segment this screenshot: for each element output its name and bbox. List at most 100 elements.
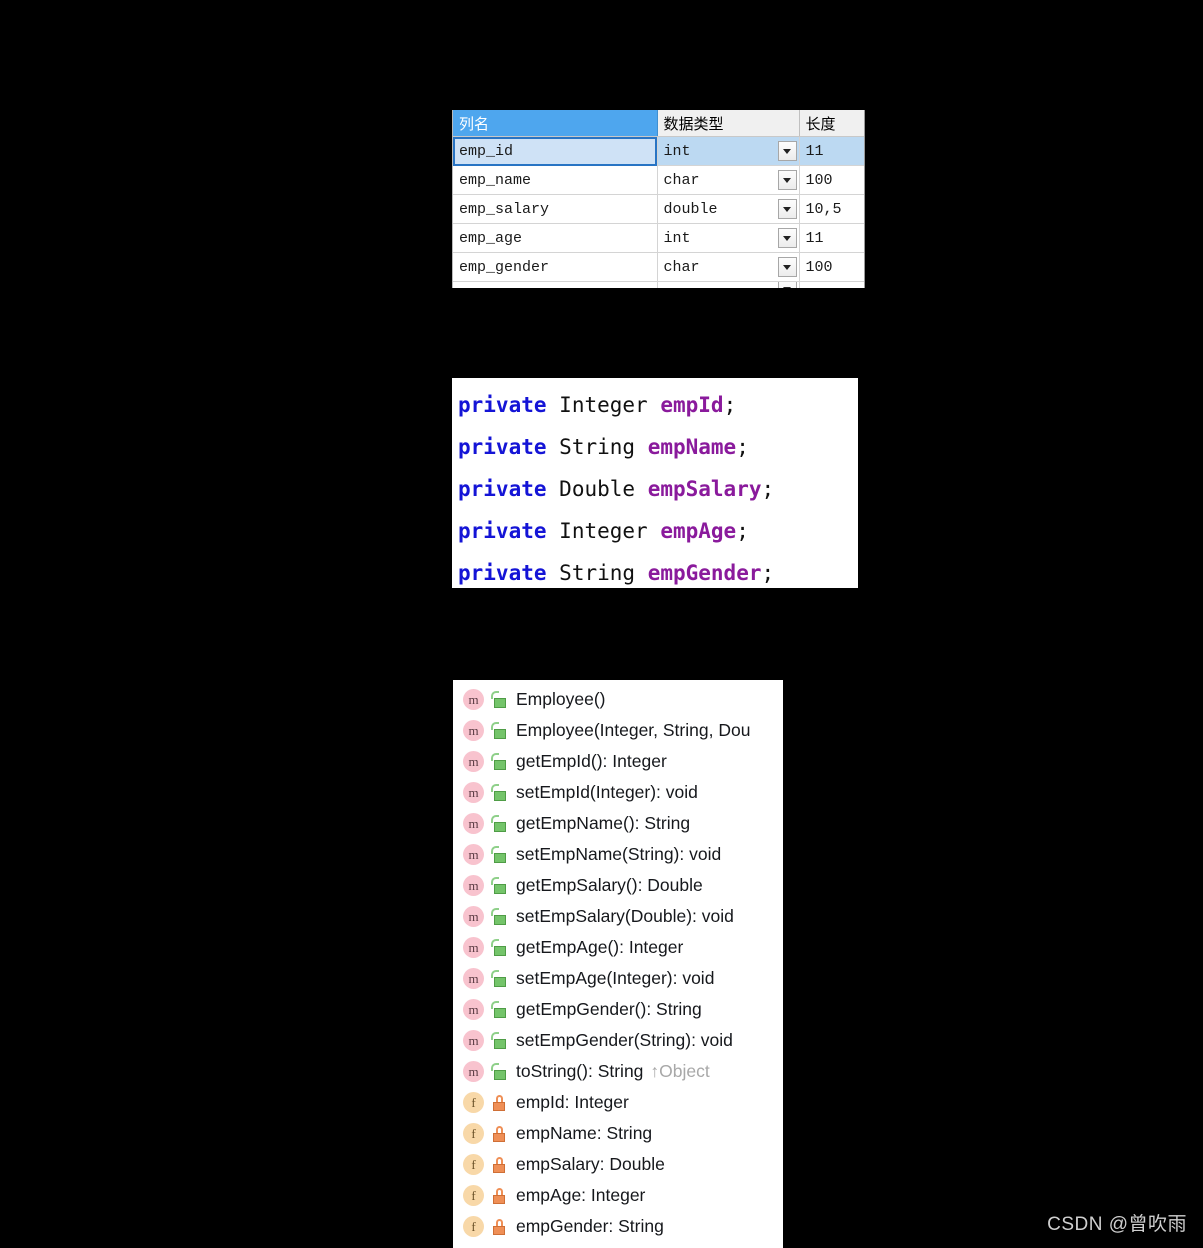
code-line[interactable]: private String empName; bbox=[458, 426, 858, 468]
code-terminator: ; bbox=[736, 519, 749, 543]
outline-item[interactable]: m setEmpAge(Integer): void bbox=[453, 963, 783, 994]
outline-item[interactable]: m getEmpName(): String bbox=[453, 808, 783, 839]
cell-data-type-value: int bbox=[663, 229, 691, 247]
table-body: emp_id int 11 emp_name char 100 emp_salary doub… bbox=[453, 136, 864, 288]
lock-open-icon bbox=[491, 1032, 507, 1049]
outline-item[interactable]: m getEmpId(): Integer bbox=[453, 746, 783, 777]
outline-item-label: getEmpAge(): Integer bbox=[516, 937, 684, 957]
class-outline-view[interactable]: m Employee() m Employee(Integer, String, Do… bbox=[453, 680, 783, 1248]
cell-data-type-value: double bbox=[663, 200, 718, 218]
code-line[interactable]: private Integer empId; bbox=[458, 384, 858, 426]
outline-item-label: setEmpAge(Integer): void bbox=[516, 968, 715, 988]
method-icon: m bbox=[463, 875, 484, 896]
cell-length[interactable]: 11 bbox=[799, 223, 864, 253]
table-row[interactable]: emp_gender char 100 bbox=[453, 252, 864, 282]
outline-item[interactable]: f empName: String bbox=[453, 1118, 783, 1149]
table-row-partial[interactable] bbox=[453, 281, 864, 288]
outline-item[interactable]: m getEmpGender(): String bbox=[453, 994, 783, 1025]
lock-open-icon bbox=[491, 877, 507, 894]
outline-item-label: setEmpSalary(Double): void bbox=[516, 906, 734, 926]
cell-column-name[interactable]: emp_salary bbox=[453, 194, 658, 224]
outline-item-label: getEmpId(): Integer bbox=[516, 751, 667, 771]
outline-item[interactable]: m setEmpSalary(Double): void bbox=[453, 901, 783, 932]
cell-column-name[interactable]: emp_age bbox=[453, 223, 658, 253]
csdn-watermark: CSDN @曾吹雨 bbox=[1047, 1214, 1187, 1235]
cell-data-type[interactable]: int bbox=[657, 136, 800, 166]
code-field-name: empAge bbox=[660, 519, 737, 543]
cell-column-name[interactable]: emp_name bbox=[453, 165, 658, 195]
code-type: Integer bbox=[559, 519, 648, 543]
field-icon: f bbox=[463, 1185, 484, 1206]
lock-open-icon bbox=[491, 1063, 507, 1080]
code-terminator: ; bbox=[723, 393, 737, 417]
table-header-row: 列名 数据类型 长度 bbox=[453, 110, 864, 137]
table-header: 列名 数据类型 长度 bbox=[453, 110, 864, 137]
outline-item[interactable]: m setEmpName(String): void bbox=[453, 839, 783, 870]
cell-column-name[interactable]: emp_gender bbox=[453, 252, 658, 282]
outline-item[interactable]: m setEmpId(Integer): void bbox=[453, 777, 783, 808]
code-line[interactable]: private Double empSalary; bbox=[458, 468, 858, 510]
outline-item[interactable]: m Employee(Integer, String, Dou bbox=[453, 715, 783, 746]
code-terminator: ; bbox=[761, 561, 775, 585]
outline-item-label: getEmpGender(): String bbox=[516, 999, 702, 1019]
chevron-down-icon[interactable] bbox=[777, 228, 797, 248]
outline-item[interactable]: m getEmpAge(): Integer bbox=[453, 932, 783, 963]
cell-length[interactable]: 10,5 bbox=[799, 194, 864, 224]
code-type: Integer bbox=[559, 393, 648, 417]
outline-item[interactable]: f empGender: String bbox=[453, 1211, 783, 1242]
cell-length[interactable] bbox=[799, 281, 864, 288]
table-row[interactable]: emp_age int 11 bbox=[453, 223, 864, 253]
method-icon: m bbox=[463, 844, 484, 865]
cell-data-type[interactable] bbox=[657, 281, 800, 288]
column-header-datatype[interactable]: 数据类型 bbox=[657, 110, 800, 137]
outline-item[interactable]: f empId: Integer bbox=[453, 1087, 783, 1118]
outline-item-label: empId: Integer bbox=[516, 1092, 629, 1112]
chevron-down-icon[interactable] bbox=[777, 281, 797, 288]
column-header-name[interactable]: 列名 bbox=[453, 110, 658, 137]
cell-length[interactable]: 100 bbox=[799, 252, 864, 282]
code-type: String bbox=[559, 561, 636, 585]
outline-item[interactable]: f empAge: Integer bbox=[453, 1180, 783, 1211]
column-designer-grid[interactable]: 列名 数据类型 长度 emp_id int 11 emp_name char 100 emp… bbox=[452, 110, 865, 288]
lock-open-icon bbox=[491, 939, 507, 956]
lock-closed-icon bbox=[491, 1125, 507, 1142]
cell-data-type[interactable]: char bbox=[657, 252, 800, 282]
table-row[interactable]: emp_salary double 10,5 bbox=[453, 194, 864, 224]
table-row[interactable]: emp_name char 100 bbox=[453, 165, 864, 195]
outline-item-label: setEmpName(String): void bbox=[516, 844, 722, 864]
cell-length[interactable]: 11 bbox=[799, 136, 864, 166]
cell-data-type[interactable]: int bbox=[657, 223, 800, 253]
outline-item[interactable]: m toString(): String ↑Object bbox=[453, 1056, 783, 1087]
cell-column-name[interactable]: emp_id bbox=[453, 136, 658, 166]
method-icon: m bbox=[463, 999, 484, 1020]
cell-data-type[interactable]: char bbox=[657, 165, 800, 195]
code-line[interactable]: private String empGender; bbox=[458, 552, 858, 588]
cell-length[interactable]: 100 bbox=[799, 165, 864, 195]
table-row[interactable]: emp_id int 11 bbox=[453, 136, 864, 166]
outline-item[interactable]: m setEmpGender(String): void bbox=[453, 1025, 783, 1056]
chevron-down-icon[interactable] bbox=[777, 257, 797, 277]
code-line[interactable]: private Integer empAge; bbox=[458, 510, 858, 552]
cell-data-type-value: char bbox=[663, 258, 700, 276]
chevron-down-icon[interactable] bbox=[777, 170, 797, 190]
code-type: String bbox=[559, 435, 636, 459]
lock-closed-icon bbox=[491, 1156, 507, 1173]
code-field-name: empGender bbox=[647, 561, 762, 585]
method-icon: m bbox=[463, 813, 484, 834]
lock-open-icon bbox=[491, 784, 507, 801]
lock-open-icon bbox=[491, 1001, 507, 1018]
field-icon: f bbox=[463, 1092, 484, 1113]
cell-data-type[interactable]: double bbox=[657, 194, 800, 224]
column-header-length[interactable]: 长度 bbox=[799, 110, 864, 137]
lock-open-icon bbox=[491, 691, 507, 708]
chevron-down-icon[interactable] bbox=[777, 199, 797, 219]
code-type: Double bbox=[559, 477, 636, 501]
outline-item[interactable]: m getEmpSalary(): Double bbox=[453, 870, 783, 901]
outline-item[interactable]: f empSalary: Double bbox=[453, 1149, 783, 1180]
outline-item[interactable]: m Employee() bbox=[453, 684, 783, 715]
cell-column-name[interactable] bbox=[453, 281, 658, 288]
chevron-down-icon[interactable] bbox=[777, 141, 797, 161]
java-field-declarations[interactable]: private Integer empId; private String emp… bbox=[452, 378, 858, 588]
code-keyword: private bbox=[458, 477, 547, 501]
outline-item-label: toString(): String bbox=[516, 1061, 644, 1081]
